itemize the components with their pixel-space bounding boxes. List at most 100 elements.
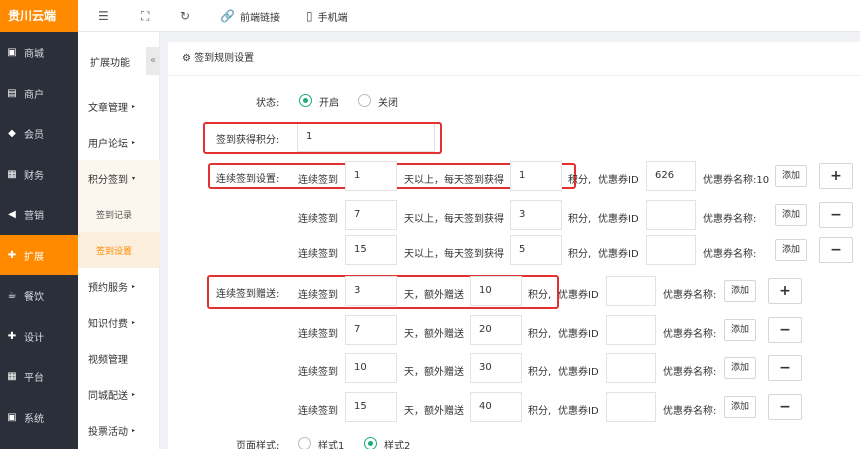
coupon-id-label: 优惠券ID: [558, 290, 599, 301]
coupon-id-label: 优惠券ID: [598, 175, 639, 186]
submenu-item-delivery[interactable]: 同城配送 ▸: [78, 376, 160, 412]
submenu-item-articles[interactable]: 文章管理 ▸: [78, 88, 160, 124]
continuous-points-input[interactable]: 5: [510, 235, 562, 265]
finance-icon: ▦: [7, 168, 17, 180]
chevron-right-icon: ▸: [132, 102, 136, 110]
style1-radio[interactable]: [298, 437, 311, 449]
gift-points-input[interactable]: 30: [470, 353, 522, 383]
sidebar-item-member[interactable]: ◆ 会员: [0, 113, 78, 153]
remove-row-button[interactable]: −: [768, 317, 802, 343]
add-row-button[interactable]: +: [819, 163, 853, 189]
add-coupon-button[interactable]: 添加: [724, 357, 756, 379]
add-coupon-button[interactable]: 添加: [724, 280, 756, 302]
collapse-submenu-icon[interactable]: «: [146, 47, 160, 75]
coupon-name-label: 优惠券名称:: [663, 290, 717, 301]
member-icon: ◆: [8, 127, 16, 139]
gift-mid-label: 天，额外赠送: [404, 367, 464, 378]
status-off-radio[interactable]: [358, 94, 371, 107]
system-icon: ▣: [7, 411, 17, 423]
add-coupon-button[interactable]: 添加: [775, 239, 807, 261]
unit-label: 积分,: [568, 214, 592, 225]
gift-mid-label: 天，额外赠送: [404, 329, 464, 340]
top-toolbar: [78, 0, 860, 32]
continuous-days-input[interactable]: 7: [345, 200, 397, 230]
gift-prefix-label: 连续签到: [298, 367, 338, 378]
coupon-id-input[interactable]: 626: [646, 161, 696, 191]
sidebar-item-design[interactable]: ✚ 设计: [0, 316, 78, 356]
coupon-name-label: 优惠券名称:: [663, 406, 717, 417]
continuous-mid-label: 天以上，每天签到获得: [404, 214, 504, 225]
gift-mid-label: 天，额外赠送: [404, 406, 464, 417]
remove-row-button[interactable]: −: [819, 202, 853, 228]
sidebar-item-shop[interactable]: ▣ 商城: [0, 32, 78, 72]
continuous-days-input[interactable]: 15: [345, 235, 397, 265]
submenu-item-signin-settings[interactable]: 签到设置: [78, 232, 160, 268]
remove-row-button[interactable]: −: [768, 394, 802, 420]
add-coupon-button[interactable]: 添加: [724, 396, 756, 418]
chevron-right-icon: ▸: [132, 318, 136, 326]
style2-radio[interactable]: [364, 437, 377, 449]
add-coupon-button[interactable]: 添加: [775, 204, 807, 226]
gift-points-input[interactable]: 40: [470, 392, 522, 422]
gift-points-input[interactable]: 20: [470, 315, 522, 345]
sidebar-item-extension[interactable]: ✚ 扩展: [0, 235, 78, 275]
submenu-item-signin-records[interactable]: 签到记录: [78, 196, 160, 232]
submenu-item-booking[interactable]: 预约服务 ▸: [78, 268, 160, 304]
coupon-name-label: 优惠券名称:: [703, 249, 757, 260]
continuous-points-input[interactable]: 3: [510, 200, 562, 230]
frontend-link-button[interactable]: 🔗 前端链接: [220, 0, 280, 32]
sidebar-item-marketing[interactable]: ◀ 营销: [0, 194, 78, 234]
sidebar-item-system[interactable]: ▣ 系统: [0, 397, 78, 437]
submenu-item-forum[interactable]: 用户论坛 ▸: [78, 124, 160, 160]
brand-logo: 贵川云端: [0, 0, 78, 32]
refresh-icon[interactable]: ↻: [180, 0, 190, 32]
mobile-button[interactable]: ▯ 手机端: [306, 0, 348, 32]
coupon-id-input[interactable]: [606, 392, 656, 422]
continuous-days-input[interactable]: 1: [345, 161, 397, 191]
gift-days-input[interactable]: 10: [345, 353, 397, 383]
submenu-item-video[interactable]: 视频管理: [78, 340, 160, 376]
menu-toggle-icon[interactable]: ☰: [98, 0, 109, 32]
unit-label: 积分,: [568, 175, 592, 186]
fullscreen-icon[interactable]: ⛶: [141, 0, 149, 32]
remove-row-button[interactable]: −: [819, 237, 853, 263]
coupon-id-input[interactable]: [606, 315, 656, 345]
sidebar-item-finance[interactable]: ▦ 财务: [0, 154, 78, 194]
merchant-icon: ▤: [7, 87, 17, 99]
submenu-item-knowledge[interactable]: 知识付费 ▸: [78, 304, 160, 340]
remove-row-button[interactable]: −: [768, 355, 802, 381]
coupon-id-input[interactable]: [606, 276, 656, 306]
status-on-radio[interactable]: [299, 94, 312, 107]
coupon-id-input[interactable]: [606, 353, 656, 383]
status-on-label: 开启: [319, 98, 339, 109]
chevron-down-icon: ▾: [132, 174, 136, 182]
unit-label: 积分,: [528, 406, 552, 417]
continuous-prefix-label: 连续签到: [298, 214, 338, 225]
sidebar-item-platform[interactable]: ▦ 平台: [0, 356, 78, 396]
food-icon: ☕: [7, 289, 17, 301]
submenu-item-points-signin[interactable]: 积分签到 ▾: [78, 160, 160, 196]
gift-days-input[interactable]: 3: [345, 276, 397, 306]
design-icon: ✚: [7, 330, 17, 342]
gift-days-input[interactable]: 15: [345, 392, 397, 422]
coupon-id-input[interactable]: [646, 235, 696, 265]
continuous-points-input[interactable]: 1: [510, 161, 562, 191]
chevron-right-icon: ▸: [132, 138, 136, 146]
add-coupon-button[interactable]: 添加: [724, 319, 756, 341]
link-icon: 🔗: [220, 9, 235, 23]
add-row-button[interactable]: +: [768, 278, 802, 304]
continuous-prefix-label: 连续签到: [298, 175, 338, 186]
chevron-right-icon: ▸: [132, 426, 136, 434]
style1-label: 样式1: [318, 441, 345, 449]
submenu-item-voting[interactable]: 投票活动 ▸: [78, 412, 160, 448]
sidebar-item-food[interactable]: ☕ 餐饮: [0, 275, 78, 315]
add-coupon-button[interactable]: 添加: [775, 165, 807, 187]
gift-points-input[interactable]: 10: [470, 276, 522, 306]
gift-days-input[interactable]: 7: [345, 315, 397, 345]
sidebar-item-merchant[interactable]: ▤ 商户: [0, 73, 78, 113]
coupon-id-label: 优惠券ID: [558, 329, 599, 340]
style-label: 页面样式:: [236, 441, 280, 449]
coupon-id-input[interactable]: [646, 200, 696, 230]
continuous-mid-label: 天以上，每天签到获得: [404, 175, 504, 186]
continuous-prefix-label: 连续签到: [298, 249, 338, 260]
